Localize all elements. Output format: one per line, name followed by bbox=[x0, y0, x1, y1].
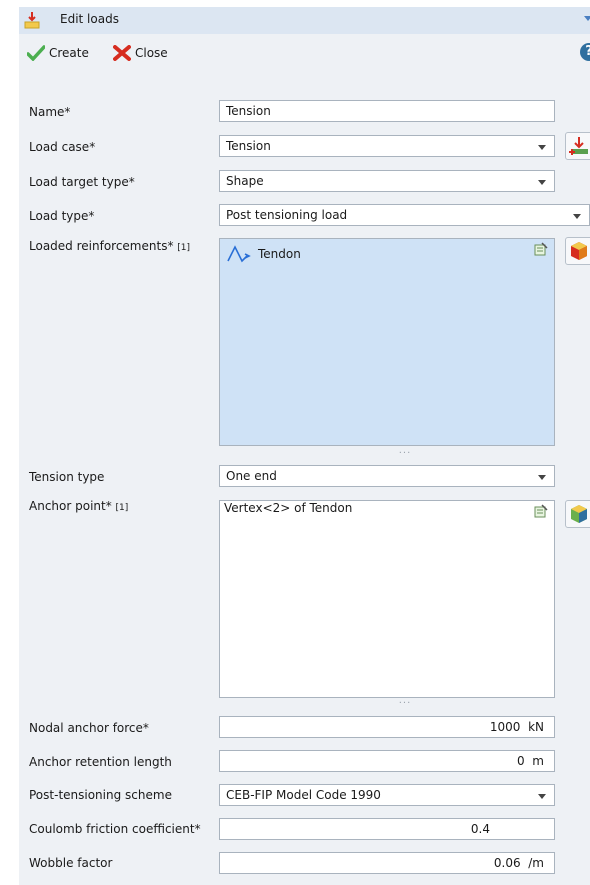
tension-type-select[interactable]: One end bbox=[219, 465, 555, 487]
nodal-anchor-force-label: Nodal anchor force* bbox=[29, 721, 149, 735]
toolbar: Create Close ? bbox=[19, 34, 590, 70]
checkmark-icon bbox=[27, 45, 45, 61]
coulomb-friction-input[interactable]: 0.4 bbox=[219, 818, 555, 840]
wobble-factor-unit: /m bbox=[528, 856, 544, 870]
anchor-point-label-text: Anchor point* bbox=[29, 499, 112, 513]
tension-type-label: Tension type bbox=[29, 470, 105, 484]
load-target-type-label: Load target type* bbox=[29, 175, 135, 189]
cube-select-icon bbox=[571, 505, 587, 523]
new-load-case-icon bbox=[569, 137, 588, 155]
nodal-anchor-force-unit: kN bbox=[528, 720, 544, 734]
collapse-icon[interactable] bbox=[582, 13, 590, 25]
load-type-label: Load type* bbox=[29, 209, 95, 223]
window-title: Edit loads bbox=[60, 12, 119, 26]
edit-loads-icon bbox=[24, 12, 40, 29]
resize-grip[interactable]: ··· bbox=[399, 448, 412, 459]
anchor-point-count: [1] bbox=[115, 503, 129, 513]
pick-anchor-button[interactable] bbox=[565, 500, 590, 528]
load-case-label: Load case* bbox=[29, 140, 96, 154]
create-label: Create bbox=[49, 46, 89, 60]
nodal-anchor-force-value: 1000 bbox=[489, 720, 521, 734]
resize-grip[interactable]: ··· bbox=[399, 698, 412, 709]
list-item[interactable]: Tendon bbox=[226, 243, 301, 265]
clear-selection-icon[interactable] bbox=[534, 504, 548, 518]
anchor-retention-length-value: 0 bbox=[517, 754, 525, 768]
load-form: Name* Tension Load case* Tension Load ta… bbox=[19, 70, 590, 885]
load-target-type-value: Shape bbox=[226, 174, 264, 188]
close-label: Close bbox=[135, 46, 168, 60]
anchor-retention-length-unit: m bbox=[532, 754, 544, 768]
loaded-reinforcements-label-text: Loaded reinforcements* bbox=[29, 239, 174, 253]
new-load-case-button[interactable] bbox=[565, 132, 590, 160]
coulomb-friction-label: Coulomb friction coefficient* bbox=[29, 822, 201, 836]
load-type-value: Post tensioning load bbox=[226, 208, 348, 222]
load-target-type-select[interactable]: Shape bbox=[219, 170, 555, 192]
chevron-down-icon bbox=[538, 145, 546, 150]
load-case-value: Tension bbox=[226, 139, 271, 153]
nodal-anchor-force-input[interactable]: 1000 kN bbox=[219, 716, 555, 738]
clear-selection-icon[interactable] bbox=[534, 242, 548, 256]
post-tensioning-scheme-label: Post-tensioning scheme bbox=[29, 788, 172, 802]
close-icon bbox=[113, 45, 131, 61]
list-item-label: Tendon bbox=[258, 247, 301, 261]
chevron-down-icon bbox=[538, 794, 546, 799]
name-label: Name* bbox=[29, 105, 71, 119]
anchor-retention-length-label: Anchor retention length bbox=[29, 755, 172, 769]
wobble-factor-input[interactable]: 0.06 /m bbox=[219, 852, 555, 874]
loaded-reinforcements-list[interactable]: Tendon bbox=[219, 238, 555, 446]
help-icon[interactable]: ? bbox=[580, 43, 590, 61]
list-item[interactable]: Vertex<2> of Tendon bbox=[224, 501, 352, 515]
window-titlebar: Edit loads bbox=[19, 7, 590, 34]
load-type-select[interactable]: Post tensioning load bbox=[219, 204, 590, 226]
anchor-point-label: Anchor point* [1] bbox=[29, 499, 128, 513]
loaded-reinforcements-count: [1] bbox=[177, 243, 191, 253]
name-input[interactable]: Tension bbox=[219, 100, 555, 122]
load-case-select[interactable]: Tension bbox=[219, 135, 555, 157]
anchor-point-list[interactable]: Vertex<2> of Tendon bbox=[219, 500, 555, 698]
loaded-reinforcements-label: Loaded reinforcements* [1] bbox=[29, 239, 190, 253]
chevron-down-icon bbox=[538, 180, 546, 185]
cube-select-icon bbox=[571, 242, 587, 260]
tension-type-value: One end bbox=[226, 469, 277, 483]
post-tensioning-scheme-select[interactable]: CEB-FIP Model Code 1990 bbox=[219, 784, 555, 806]
wobble-factor-label: Wobble factor bbox=[29, 856, 113, 870]
post-tensioning-scheme-value: CEB-FIP Model Code 1990 bbox=[226, 788, 381, 802]
pick-reinforcement-button[interactable] bbox=[565, 237, 590, 265]
chevron-down-icon bbox=[538, 475, 546, 480]
create-button[interactable]: Create bbox=[27, 44, 89, 62]
chevron-down-icon bbox=[573, 214, 581, 219]
close-button[interactable]: Close bbox=[113, 44, 168, 62]
anchor-retention-length-input[interactable]: 0 m bbox=[219, 750, 555, 772]
tendon-icon bbox=[227, 245, 251, 263]
wobble-factor-value: 0.06 bbox=[493, 856, 521, 870]
